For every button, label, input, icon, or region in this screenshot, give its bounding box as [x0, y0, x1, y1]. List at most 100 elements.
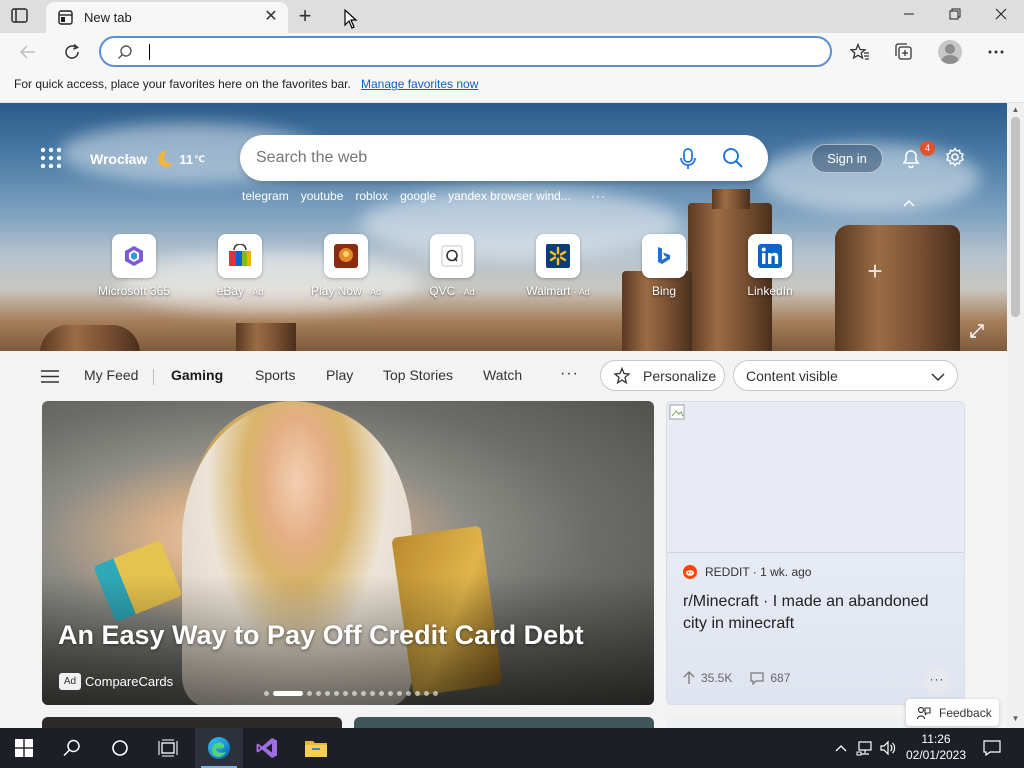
featured-headline[interactable]: An Easy Way to Pay Off Credit Card Debt [58, 620, 584, 651]
carousel-dot[interactable] [325, 691, 330, 696]
carousel-dot[interactable] [352, 691, 357, 696]
quick-link-walmart[interactable]: Walmart · Ad [513, 234, 603, 298]
microsoft-365-icon [112, 234, 156, 278]
manage-favorites-link[interactable]: Manage favorites now [361, 77, 478, 91]
add-quick-link-button[interactable]: + [862, 258, 888, 284]
expand-background-icon[interactable] [970, 324, 984, 338]
text-caret [149, 44, 150, 60]
visual-studio-icon[interactable] [243, 728, 291, 768]
featured-ad-card[interactable]: An Easy Way to Pay Off Credit Card Debt … [42, 401, 654, 705]
scroll-up-arrow-icon[interactable]: ▲ [1010, 105, 1021, 115]
windows-start-icon[interactable] [0, 728, 48, 768]
tab-top-stories[interactable]: Top Stories [383, 367, 453, 383]
carousel-dot[interactable] [264, 691, 269, 696]
article-title[interactable]: r/Minecraft · I made an abandoned city i… [683, 591, 951, 635]
carousel-dot[interactable] [406, 691, 411, 696]
search-submit-icon[interactable] [722, 147, 744, 169]
quick-link-ebay[interactable]: eBay · Ad [195, 234, 285, 298]
carousel-dot[interactable] [370, 691, 375, 696]
trending-item[interactable]: google [400, 189, 436, 203]
carousel-dot[interactable] [397, 691, 402, 696]
app-launcher-icon[interactable] [40, 147, 62, 169]
temperature-unit: ℃ [194, 153, 205, 164]
network-icon[interactable] [854, 728, 876, 768]
collections-button[interactable] [890, 39, 918, 65]
settings-more-button[interactable] [982, 39, 1010, 65]
microphone-icon[interactable] [678, 148, 698, 170]
close-window-button[interactable] [978, 0, 1024, 33]
chevron-down-icon [931, 370, 945, 382]
tab-sports[interactable]: Sports [255, 367, 295, 383]
trending-item[interactable]: yandex browser wind... [448, 189, 571, 203]
feedback-button[interactable]: Feedback [906, 699, 999, 726]
close-tab-icon[interactable]: ✕ [262, 8, 280, 26]
cortana-icon[interactable] [96, 728, 144, 768]
address-input[interactable] [147, 42, 807, 62]
upvote-count[interactable]: 35.5K [683, 671, 732, 685]
notifications-bell-icon[interactable] [900, 147, 922, 169]
content-visibility-dropdown[interactable]: Content visible [733, 360, 958, 391]
carousel-dot[interactable] [361, 691, 366, 696]
address-bar[interactable] [99, 36, 832, 67]
quick-link-linkedin[interactable]: LinkedIn [725, 234, 815, 298]
system-clock[interactable]: 11:26 02/01/2023 [900, 731, 972, 763]
more-tabs-button[interactable]: ··· [560, 365, 579, 383]
task-view-icon[interactable] [144, 728, 192, 768]
carousel-dot[interactable] [334, 691, 339, 696]
page-scrollbar[interactable]: ▲ ▼ [1007, 103, 1024, 728]
edge-taskbar-icon[interactable] [195, 728, 243, 768]
carousel-dot[interactable] [433, 691, 438, 696]
notification-count-badge: 4 [920, 141, 935, 156]
carousel-dot[interactable] [379, 691, 384, 696]
favorites-button[interactable] [846, 39, 874, 65]
carousel-dot[interactable] [316, 691, 321, 696]
tab-actions-icon[interactable] [10, 7, 30, 25]
carousel-pagination[interactable] [264, 691, 438, 697]
quick-link-bing[interactable]: Bing [619, 234, 709, 298]
page-settings-gear-icon[interactable] [945, 147, 965, 167]
weather-widget[interactable]: Wrocław 11 ℃ [90, 149, 205, 169]
scrollbar-thumb[interactable] [1011, 117, 1020, 317]
article-more-options-button[interactable]: ··· [924, 668, 950, 694]
hamburger-menu-icon[interactable] [41, 370, 59, 383]
volume-icon[interactable] [877, 728, 899, 768]
tab-gaming[interactable]: Gaming [171, 367, 223, 383]
carousel-dot[interactable] [424, 691, 429, 696]
sign-in-button[interactable]: Sign in [811, 144, 883, 173]
trending-item[interactable]: telegram [242, 189, 289, 203]
comment-count[interactable]: 687 [750, 671, 790, 685]
refresh-button[interactable] [58, 39, 86, 65]
reddit-article-card[interactable]: REDDIT · 1 wk. ago r/Minecraft · I made … [666, 401, 965, 705]
web-search-box[interactable] [240, 135, 768, 181]
trending-item[interactable]: roblox [355, 189, 388, 203]
quick-link-qvc[interactable]: QVC · Ad [407, 234, 497, 298]
tile-ad-label: · Ad [573, 287, 590, 297]
collapse-chevron-up-icon[interactable] [902, 195, 916, 207]
carousel-dot[interactable] [388, 691, 393, 696]
restore-button[interactable] [932, 0, 978, 33]
tab-new-tab[interactable]: New tab ✕ [46, 2, 288, 33]
carousel-dot[interactable] [307, 691, 312, 696]
personalize-button[interactable]: Personalize [600, 360, 725, 391]
minimize-button[interactable] [886, 0, 932, 33]
new-tab-button[interactable]: + [293, 5, 317, 27]
action-center-notifications-icon[interactable] [978, 728, 1006, 768]
show-hidden-icons-chevron-icon[interactable] [832, 728, 850, 768]
quick-link-microsoft-365[interactable]: Microsoft 365 [89, 234, 179, 298]
tab-watch[interactable]: Watch [483, 367, 522, 383]
trending-more-button[interactable]: ··· [591, 189, 606, 203]
file-explorer-icon[interactable] [292, 728, 340, 768]
profile-avatar[interactable] [938, 40, 962, 64]
trending-item[interactable]: youtube [301, 189, 344, 203]
carousel-dot-active[interactable] [273, 691, 303, 696]
back-button[interactable] [14, 39, 42, 65]
quick-link-play-now[interactable]: Play Now · Ad [301, 234, 391, 298]
scroll-down-arrow-icon[interactable]: ▼ [1010, 714, 1021, 724]
web-search-input[interactable] [256, 147, 656, 169]
taskbar-search-icon[interactable] [48, 728, 96, 768]
tab-play[interactable]: Play [326, 367, 353, 383]
ad-badge: Ad [59, 673, 81, 690]
carousel-dot[interactable] [415, 691, 420, 696]
tab-my-feed[interactable]: My Feed [84, 367, 138, 383]
carousel-dot[interactable] [343, 691, 348, 696]
